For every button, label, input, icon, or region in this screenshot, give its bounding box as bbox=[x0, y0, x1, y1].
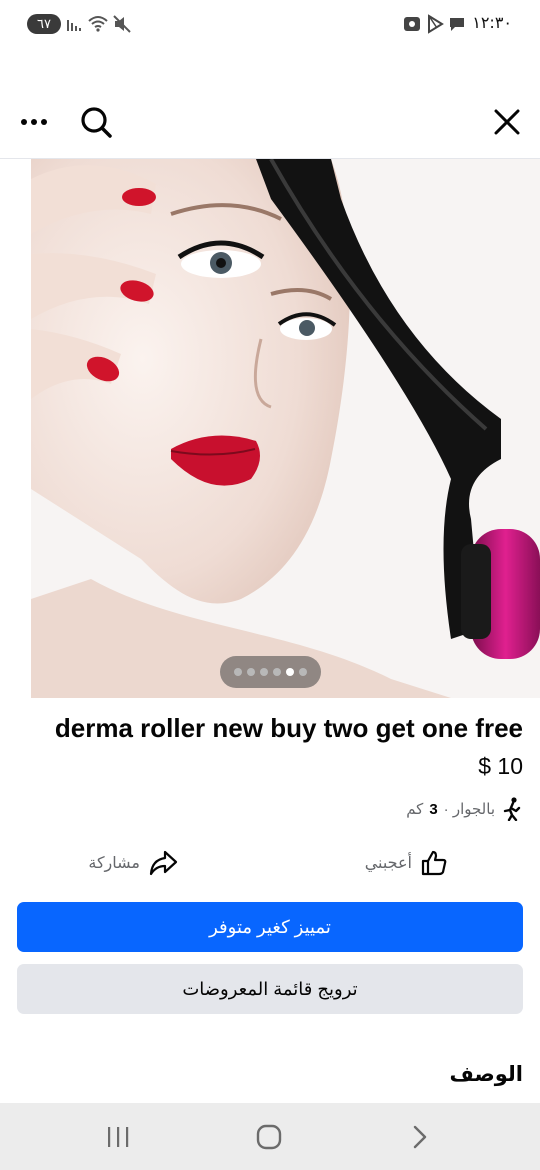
boost-listing-button[interactable]: ترويج قائمة المعروضات bbox=[17, 964, 523, 1014]
like-label: أعجبني bbox=[364, 855, 412, 872]
back-icon[interactable] bbox=[410, 1125, 430, 1149]
page-dot[interactable] bbox=[247, 668, 255, 676]
home-icon[interactable] bbox=[256, 1124, 282, 1150]
page-dot[interactable] bbox=[234, 668, 242, 676]
more-button[interactable] bbox=[12, 100, 56, 144]
more-icon bbox=[21, 119, 47, 125]
status-bar: ٦٧ ١٢:٣٠ bbox=[0, 0, 540, 50]
mute-icon bbox=[113, 15, 131, 33]
signal-icon bbox=[67, 20, 81, 31]
close-button[interactable] bbox=[485, 100, 529, 144]
top-navigation bbox=[0, 90, 540, 159]
distance-unit: كم bbox=[406, 801, 424, 818]
system-navigation-bar bbox=[0, 1103, 540, 1170]
thumbs-up-icon bbox=[421, 850, 447, 876]
page-dot-active[interactable] bbox=[286, 668, 294, 676]
clock: ١٢:٣٠ bbox=[472, 13, 512, 32]
mark-unavailable-button[interactable]: تمييز كغير متوفر bbox=[17, 902, 523, 952]
recent-apps-icon[interactable] bbox=[106, 1126, 130, 1148]
photo-notification-icon bbox=[404, 17, 420, 31]
page-dot[interactable] bbox=[260, 668, 268, 676]
battery-level: ٦٧ bbox=[37, 16, 51, 32]
woman-with-derma-roller-image bbox=[31, 159, 540, 698]
close-icon bbox=[494, 109, 520, 135]
listing-location: بالجوار · 3 كم bbox=[406, 796, 523, 822]
share-icon bbox=[149, 850, 178, 876]
description-heading: الوصف bbox=[449, 1063, 523, 1086]
distance-value: 3 bbox=[429, 800, 438, 818]
message-icon bbox=[450, 18, 464, 31]
page-dot[interactable] bbox=[273, 668, 281, 676]
walking-person-icon bbox=[503, 797, 521, 821]
listing-title: derma roller new buy two get one free bbox=[54, 713, 523, 743]
photo-pagination bbox=[220, 656, 321, 688]
search-button[interactable] bbox=[74, 100, 118, 144]
share-label: مشاركة bbox=[88, 855, 140, 872]
listing-price: $ 10 bbox=[478, 753, 523, 779]
search-icon bbox=[81, 107, 112, 138]
like-button[interactable]: أعجبني bbox=[365, 845, 448, 881]
play-store-icon bbox=[428, 14, 444, 34]
page-dot[interactable] bbox=[299, 668, 307, 676]
wifi-icon bbox=[88, 16, 108, 32]
location-prefix: بالجوار · bbox=[443, 801, 495, 818]
product-photo[interactable] bbox=[31, 159, 540, 698]
share-button[interactable]: مشاركة bbox=[88, 845, 178, 881]
battery-indicator: ٦٧ bbox=[27, 14, 61, 34]
